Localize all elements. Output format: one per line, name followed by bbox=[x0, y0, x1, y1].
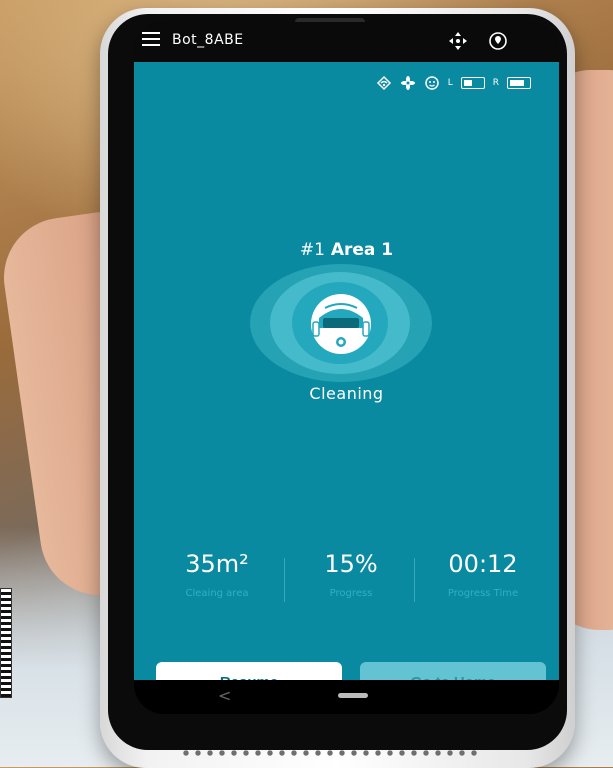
stat-label: Progress Time bbox=[447, 588, 519, 599]
remote-control-icon[interactable] bbox=[447, 30, 469, 52]
left-brush-label: L bbox=[447, 78, 453, 88]
stat-label: Cleaing area bbox=[185, 588, 249, 599]
fan-suction-icon bbox=[400, 76, 415, 90]
app-top-bar: Bot_8ABE bbox=[134, 22, 559, 62]
robot-face-icon bbox=[424, 76, 439, 90]
phone-screen: Bot_8ABE L R #1 Area 1 Cleaning 35m² Cle… bbox=[134, 22, 559, 714]
stat-progress-time: 00:12 Progress Time bbox=[418, 550, 548, 599]
right-brush-label: R bbox=[492, 78, 499, 88]
stat-label: Progress bbox=[329, 588, 373, 599]
robot-vacuum-icon bbox=[311, 294, 371, 354]
cleaning-status: Cleaning bbox=[309, 384, 384, 403]
stat-divider bbox=[284, 558, 285, 602]
area-title: #1 Area 1 bbox=[134, 240, 559, 260]
left-brush-level bbox=[460, 77, 485, 89]
stat-cleaning-area: 35m² Cleaing area bbox=[152, 550, 282, 599]
app-main: L R #1 Area 1 Cleaning 35m² Cleaing area… bbox=[134, 62, 559, 702]
location-pin-icon[interactable] bbox=[487, 30, 509, 52]
area-number: #1 bbox=[299, 240, 325, 260]
qr-sticker bbox=[0, 588, 12, 698]
area-name: Area 1 bbox=[330, 240, 394, 260]
wifi-signal-icon bbox=[376, 75, 391, 91]
home-nav-indicator[interactable] bbox=[338, 693, 368, 698]
stat-progress: 15% Progress bbox=[286, 550, 416, 599]
speaker-grille bbox=[180, 749, 480, 757]
back-nav-icon[interactable]: < bbox=[218, 686, 231, 705]
hamburger-menu-icon[interactable] bbox=[142, 32, 160, 46]
stats-row: 35m² Cleaing area 15% Progress 00:12 Pro… bbox=[152, 550, 552, 610]
stat-value: 35m² bbox=[185, 550, 249, 578]
stat-value: 00:12 bbox=[448, 550, 518, 578]
stat-divider bbox=[414, 558, 415, 602]
device-name: Bot_8ABE bbox=[172, 32, 244, 48]
right-brush-level bbox=[507, 77, 531, 89]
status-row: L R bbox=[376, 72, 531, 94]
system-nav-bar: < bbox=[134, 680, 559, 714]
stat-value: 15% bbox=[324, 550, 378, 578]
